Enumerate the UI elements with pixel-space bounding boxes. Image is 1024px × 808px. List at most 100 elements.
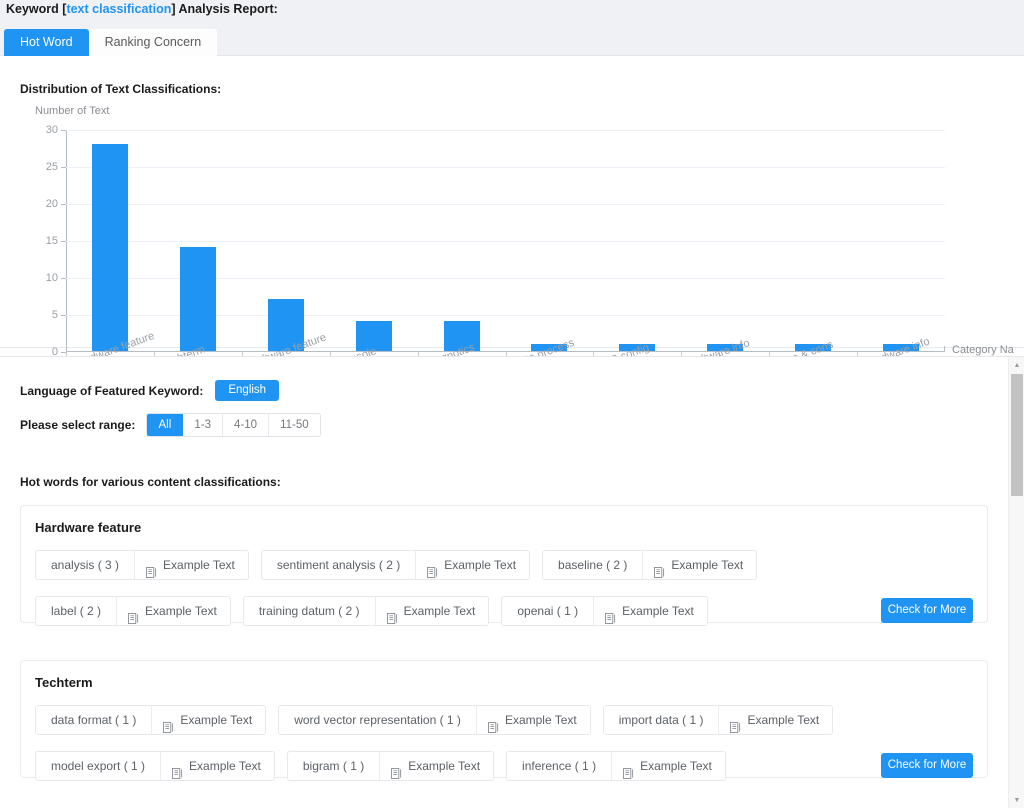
example-text-button[interactable]: Example Text (374, 597, 489, 625)
example-text-button[interactable]: Example Text (134, 551, 248, 579)
document-icon (386, 606, 398, 624)
example-text-button[interactable]: Example Text (611, 752, 725, 780)
hot-word-button[interactable]: data format ( 1 ) (36, 706, 151, 734)
card-title: Techterm (35, 675, 93, 690)
check-for-more-button[interactable]: Check for More (881, 753, 973, 778)
page-title-suffix: ] Analysis Report: (171, 2, 278, 16)
y-axis-tick-mark (61, 167, 66, 168)
range-label: Please select range: (20, 418, 136, 432)
hot-word-button[interactable]: training datum ( 2 ) (244, 597, 375, 625)
example-text-button[interactable]: Example Text (642, 551, 756, 579)
document-icon (146, 560, 157, 578)
range-option-11-50[interactable]: 11-50 (269, 414, 320, 436)
gridline (66, 167, 945, 168)
y-axis-tick-label: 15 (45, 235, 58, 247)
example-text-label: Example Text (622, 604, 694, 618)
hot-word-group: model export ( 1 ) Example Text (35, 751, 275, 781)
document-icon (605, 606, 616, 624)
y-axis-tick-mark (61, 130, 66, 131)
app-root: Keyword [text classification] Analysis R… (0, 0, 1024, 808)
example-text-label: Example Text (747, 713, 820, 727)
gridline (66, 204, 945, 205)
page-header: Keyword [text classification] Analysis R… (0, 0, 1024, 56)
tab-hot-word[interactable]: Hot Word (4, 29, 89, 56)
y-axis-tick-label: 20 (45, 198, 58, 210)
example-text-label: Example Text (163, 558, 235, 572)
language-value-button[interactable]: English (215, 380, 280, 401)
hot-word-button[interactable]: sentiment analysis ( 2 ) (262, 551, 415, 579)
hot-word-group: inference ( 1 ) Example Text (506, 751, 726, 781)
example-text-label: Example Text (671, 558, 744, 572)
range-row: Please select range: All 1-3 4-10 11-50 (20, 413, 321, 437)
plot-area: 051015202530Hardware featureTechtermSoft… (46, 124, 945, 370)
hot-word-group: baseline ( 2 ) Example Text (542, 550, 758, 580)
page-title-keyword: text classification (66, 2, 172, 16)
hot-word-button[interactable]: openai ( 1 ) (502, 597, 593, 625)
document-icon (163, 715, 174, 733)
hot-words-section-title: Hot words for various content classifica… (20, 475, 281, 489)
bar[interactable] (91, 143, 128, 351)
example-text-button[interactable]: Example Text (475, 706, 590, 734)
hot-words-content: Language of Featured Keyword: English Pl… (0, 357, 1008, 808)
hot-word-button[interactable]: word vector representation ( 1 ) (279, 706, 476, 734)
x-axis-end-cap (944, 346, 945, 352)
hot-word-group: sentiment analysis ( 2 ) Example Text (260, 550, 531, 580)
hot-word-group: word vector representation ( 1 ) Example … (278, 705, 591, 735)
example-text-label: Example Text (403, 604, 476, 618)
page-title-prefix: Keyword [ (6, 2, 67, 16)
example-text-button[interactable]: Example Text (116, 597, 230, 625)
check-for-more-button[interactable]: Check for More (881, 598, 973, 623)
y-axis-tick-label: 10 (45, 272, 58, 284)
example-text-button[interactable]: Example Text (151, 706, 265, 734)
example-text-button[interactable]: Example Text (379, 752, 493, 780)
hot-word-button[interactable]: inference ( 1 ) (507, 752, 611, 780)
example-text-button[interactable]: Example Text (718, 706, 832, 734)
tab-ranking-concern[interactable]: Ranking Concern (88, 29, 218, 56)
hot-word-group: bigram ( 1 ) Example Text (286, 751, 495, 781)
document-icon (391, 761, 402, 779)
y-axis-tick-label: 30 (45, 124, 58, 136)
example-text-label: Example Text (640, 759, 712, 773)
scrollbar-thumb[interactable] (1011, 374, 1023, 496)
hot-word-button[interactable]: label ( 2 ) (36, 597, 116, 625)
language-label: Language of Featured Keyword: (20, 383, 204, 398)
example-text-label: Example Text (180, 713, 253, 727)
range-option-4-10[interactable]: 4-10 (223, 414, 270, 436)
example-text-label: Example Text (504, 713, 577, 727)
y-axis-tick-mark (61, 278, 66, 279)
y-axis-tick-mark (61, 315, 66, 316)
gridline (66, 241, 945, 242)
example-text-label: Example Text (145, 604, 217, 618)
hot-word-group: openai ( 1 ) Example Text (501, 596, 708, 626)
range-option-all[interactable]: All (147, 414, 184, 436)
vertical-scrollbar[interactable]: ▲ ▼ (1008, 357, 1024, 808)
hot-word-button[interactable]: baseline ( 2 ) (543, 551, 642, 579)
example-text-button[interactable]: Example Text (415, 551, 529, 579)
example-text-button[interactable]: Example Text (160, 752, 274, 780)
hot-word-group: analysis ( 3 ) Example Text (35, 550, 249, 580)
hot-word-button[interactable]: model export ( 1 ) (36, 752, 160, 780)
example-text-button[interactable]: Example Text (593, 597, 707, 625)
document-icon (128, 606, 139, 624)
hot-words-panel: Language of Featured Keyword: English Pl… (0, 356, 1024, 808)
example-text-label: Example Text (408, 759, 481, 773)
document-icon (654, 560, 665, 578)
tag-row: analysis ( 3 ) Example Text sentiment anal… (35, 550, 769, 580)
document-icon (730, 715, 741, 733)
document-icon (172, 761, 183, 779)
bar[interactable] (179, 247, 216, 351)
hot-word-button[interactable]: bigram ( 1 ) (288, 752, 379, 780)
page-title: Keyword [text classification] Analysis R… (6, 2, 278, 16)
y-axis-tick-label: 25 (45, 161, 58, 173)
range-option-1-3[interactable]: 1-3 (183, 414, 224, 436)
example-text-label: Example Text (189, 759, 261, 773)
hot-word-button[interactable]: analysis ( 3 ) (36, 551, 134, 579)
range-segmented-control: All 1-3 4-10 11-50 (146, 413, 321, 437)
classification-card: Hardware feature analysis ( 3 ) Example Te… (20, 505, 988, 626)
hot-word-group: import data ( 1 ) Example Text (602, 705, 834, 735)
scroll-up-arrow-icon[interactable]: ▲ (1009, 357, 1024, 373)
hot-word-button[interactable]: import data ( 1 ) (604, 706, 719, 734)
scroll-down-arrow-icon[interactable]: ▼ (1009, 792, 1024, 808)
y-axis-tick-label: 5 (51, 309, 58, 321)
gridline (66, 130, 945, 131)
